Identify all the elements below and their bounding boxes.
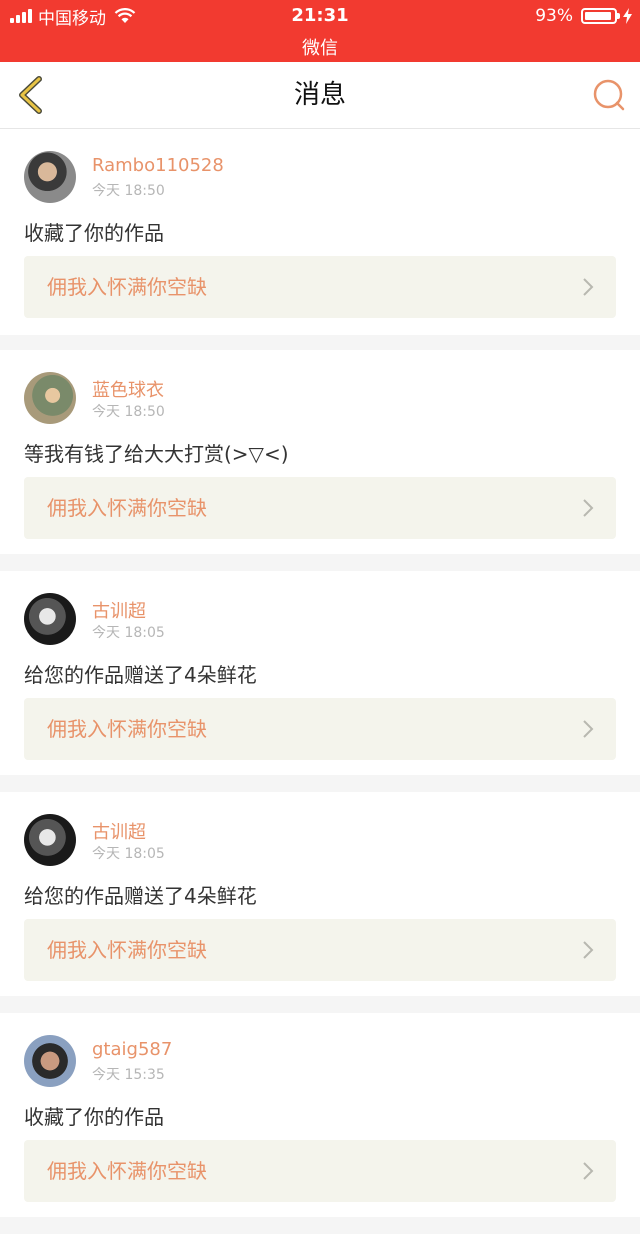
chevron-right-icon [583, 499, 594, 517]
app-name: 微信 [302, 38, 338, 59]
work-title: 佣我入怀满你空缺 [47, 717, 207, 741]
chevron-right-icon [583, 941, 594, 959]
username[interactable]: Rambo110528 [92, 155, 224, 176]
message-text: 给您的作品赠送了4朵鲜花 [24, 663, 257, 687]
message-card: Rambo110528 今天 18:50 收藏了你的作品 佣我入怀满你空缺 [0, 129, 640, 335]
status-right: 93% [535, 5, 632, 27]
username[interactable]: 古训超 [92, 597, 146, 623]
charging-bolt-icon [623, 8, 632, 24]
avatar[interactable] [24, 814, 76, 866]
search-icon[interactable] [592, 78, 626, 112]
work-link[interactable]: 佣我入怀满你空缺 [24, 698, 616, 760]
avatar[interactable] [24, 1035, 76, 1087]
avatar[interactable] [24, 593, 76, 645]
work-link[interactable]: 佣我入怀满你空缺 [24, 919, 616, 981]
work-title: 佣我入怀满你空缺 [47, 1159, 207, 1183]
work-link[interactable]: 佣我入怀满你空缺 [24, 256, 616, 318]
message-card: 古训超 今天 18:05 给您的作品赠送了4朵鲜花 佣我入怀满你空缺 [0, 571, 640, 775]
page-title: 消息 [293, 80, 346, 110]
message-time: 今天 18:05 [92, 625, 165, 641]
status-bar: 中国移动 21:31 93% 微信 [0, 0, 640, 62]
message-text: 给您的作品赠送了4朵鲜花 [24, 884, 257, 908]
work-title: 佣我入怀满你空缺 [47, 275, 207, 299]
message-time: 今天 18:05 [92, 846, 165, 862]
work-link[interactable]: 佣我入怀满你空缺 [24, 1140, 616, 1202]
username[interactable]: 古训超 [92, 818, 146, 844]
work-title: 佣我入怀满你空缺 [47, 938, 207, 962]
work-link[interactable]: 佣我入怀满你空缺 [24, 477, 616, 539]
chevron-right-icon [583, 1162, 594, 1180]
message-card: 古训超 今天 18:05 给您的作品赠送了4朵鲜花 佣我入怀满你空缺 [0, 792, 640, 996]
message-time: 今天 15:35 [92, 1067, 165, 1083]
battery-icon [581, 8, 620, 24]
username[interactable]: gtaig587 [92, 1039, 172, 1060]
username[interactable]: 蓝色球衣 [92, 376, 164, 402]
message-text: 收藏了你的作品 [24, 221, 164, 245]
message-card: 蓝色球衣 今天 18:50 等我有钱了给大大打赏(>▽<) 佣我入怀满你空缺 [0, 350, 640, 554]
battery-percent: 93% [535, 6, 573, 26]
nav-bar: 消息 [0, 62, 640, 129]
work-title: 佣我入怀满你空缺 [47, 496, 207, 520]
message-time: 今天 18:50 [92, 183, 165, 199]
message-text: 等我有钱了给大大打赏(>▽<) [24, 442, 289, 466]
avatar[interactable] [24, 151, 76, 203]
chevron-right-icon [583, 278, 594, 296]
message-list: Rambo110528 今天 18:50 收藏了你的作品 佣我入怀满你空缺 蓝色… [0, 129, 640, 1234]
avatar[interactable] [24, 372, 76, 424]
message-card: gtaig587 今天 15:35 收藏了你的作品 佣我入怀满你空缺 [0, 1013, 640, 1217]
message-time: 今天 18:50 [92, 404, 165, 420]
message-text: 收藏了你的作品 [24, 1105, 164, 1129]
chevron-right-icon [583, 720, 594, 738]
